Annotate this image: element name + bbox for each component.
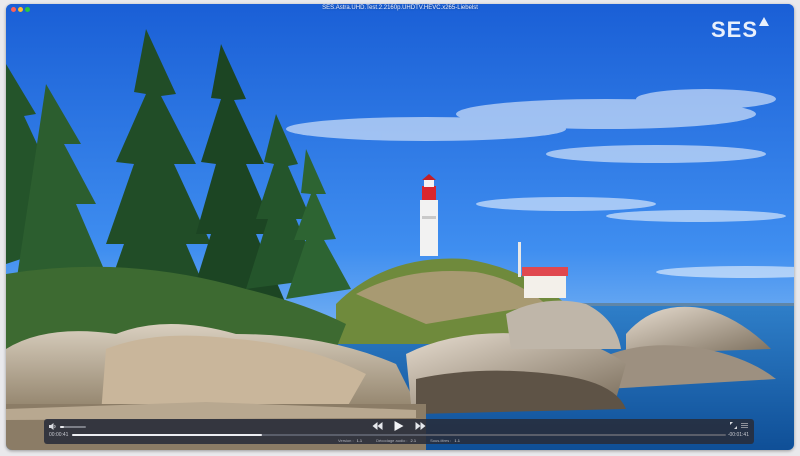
triangle-icon [759, 17, 769, 26]
track-version[interactable]: Version :1.1 [338, 438, 362, 443]
volume-control[interactable] [49, 423, 86, 430]
fullscreen-button[interactable] [730, 422, 737, 429]
video-frame[interactable] [6, 4, 794, 450]
logo-text: SES [710, 17, 758, 42]
fast-forward-button[interactable] [415, 422, 426, 430]
fullscreen-icon [730, 422, 737, 429]
transport-buttons [372, 421, 426, 431]
track-audio[interactable]: Décodage audio :2.1 [376, 438, 416, 443]
play-button[interactable] [394, 421, 404, 431]
rewind-icon [372, 422, 383, 430]
list-icon [741, 423, 748, 428]
progress-fill [72, 434, 262, 436]
channel-logo: SES [711, 17, 769, 43]
rewind-button[interactable] [372, 422, 383, 430]
volume-level [60, 425, 64, 428]
right-controls [730, 422, 748, 429]
lighthouse [420, 174, 438, 256]
fast-forward-icon [415, 422, 426, 430]
track-info: Version :1.1 Décodage audio :2.1 Sous-ti… [44, 438, 754, 443]
speaker-icon[interactable] [49, 423, 57, 430]
playlist-button[interactable] [741, 422, 748, 429]
window-title: SES.Astra.UHD.Test.2.2160p.UHDTV.HEVC.x2… [322, 5, 478, 11]
track-subtitles[interactable]: Sous-titres :1.1 [430, 438, 460, 443]
volume-slider[interactable] [60, 425, 86, 428]
progress-scrubber[interactable] [72, 434, 726, 436]
player-controls: 00:00:41 -00:01:41 Version :1.1 Décodage… [44, 419, 754, 444]
player-window: SES.Astra.UHD.Test.2.2160p.UHDTV.HEVC.x2… [6, 4, 794, 450]
title-bar[interactable]: SES.Astra.UHD.Test.2.2160p.UHDTV.HEVC.x2… [6, 4, 794, 16]
play-icon [394, 421, 404, 431]
